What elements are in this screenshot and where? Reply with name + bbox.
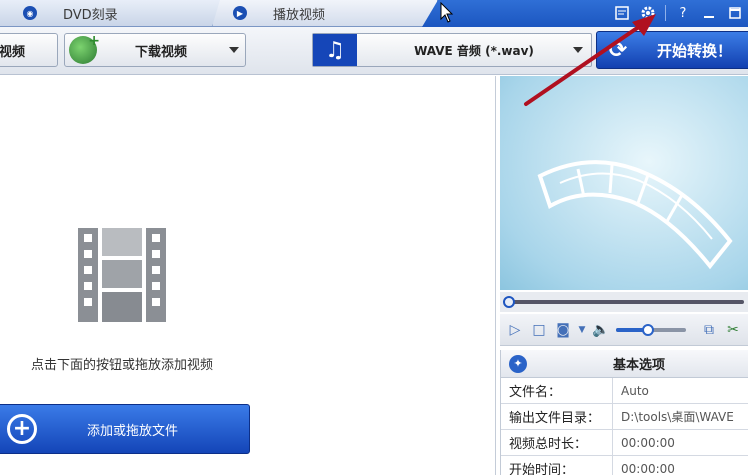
start-convert-button[interactable]: ⟳ 开始转换！	[596, 31, 748, 69]
tab-play-video[interactable]: ▶ 播放视频	[212, 0, 438, 27]
maximize-icon[interactable]	[726, 4, 744, 22]
basic-options-panel: ✦ 基本选项 文件名： Auto 输出文件目录： D:\tools\桌面\WAV…	[500, 350, 748, 475]
video-preview	[500, 76, 748, 290]
film-reel-icon	[78, 228, 166, 322]
globe-download-icon: +	[69, 33, 100, 64]
play-icon[interactable]: ▷	[506, 321, 524, 339]
options-header[interactable]: ✦ 基本选项	[501, 350, 748, 378]
camera-snapshot-icon[interactable]: ◙	[554, 321, 572, 339]
add-video-label: 视频	[0, 44, 26, 60]
tab-label: 播放视频	[273, 7, 326, 23]
scissors-icon[interactable]: ✂	[724, 321, 742, 339]
chevron-down-icon[interactable]	[573, 47, 583, 53]
copy-icon[interactable]: ⧉	[700, 321, 718, 339]
option-key: 输出文件目录：	[501, 404, 613, 429]
window-controls: ?	[613, 3, 744, 23]
seek-bar[interactable]	[500, 292, 748, 312]
option-row-start-time[interactable]: 开始时间： 00:00:00	[501, 456, 748, 475]
drop-hint-text: 点击下面的按钮或拖放添加视频	[30, 358, 213, 373]
stop-icon[interactable]: □	[530, 321, 548, 339]
title-bar: ◉ DVD刻录 ▶ 播放视频 ?	[0, 0, 748, 27]
options-title: 基本选项	[613, 358, 666, 373]
option-key: 视频总时长：	[501, 430, 613, 455]
download-video-button[interactable]: + 下载视频	[64, 33, 246, 67]
play-icon: ▶	[233, 6, 247, 20]
help-button[interactable]: ?	[674, 4, 692, 22]
feedback-icon[interactable]	[613, 4, 631, 22]
seek-track[interactable]	[504, 300, 744, 304]
seek-handle[interactable]	[503, 296, 515, 308]
file-list-pane[interactable]: 点击下面的按钮或拖放添加视频 + 添加或拖放文件	[0, 76, 496, 475]
plus-circle-icon: +	[7, 414, 37, 444]
download-video-label: 下载视频	[135, 44, 188, 60]
minimize-icon[interactable]	[700, 4, 718, 22]
option-row-duration[interactable]: 视频总时长： 00:00:00	[501, 430, 748, 456]
film-strip-graphic	[537, 160, 733, 270]
option-value[interactable]: 00:00:00	[613, 462, 675, 475]
add-video-button[interactable]: 视频	[0, 33, 58, 67]
option-value[interactable]: D:\tools\桌面\WAVE	[613, 408, 734, 425]
wrench-icon: ✦	[509, 354, 527, 373]
option-value[interactable]: Auto	[613, 384, 649, 398]
option-row-output-dir[interactable]: 输出文件目录： D:\tools\桌面\WAVE	[501, 404, 748, 430]
refresh-icon: ⟳	[608, 37, 628, 63]
option-row-filename[interactable]: 文件名： Auto	[501, 378, 748, 404]
output-format-select[interactable]: ♫ WAVE 音频 (*.wav)	[312, 33, 592, 67]
start-convert-label: 开始转换！	[657, 41, 733, 60]
tab-label: DVD刻录	[63, 7, 118, 23]
mouse-cursor-icon	[440, 2, 454, 23]
volume-slider[interactable]	[616, 323, 686, 336]
snapshot-dropdown-icon[interactable]: ▼	[578, 321, 586, 339]
settings-gear-icon[interactable]	[639, 4, 657, 22]
disc-icon: ◉	[23, 6, 37, 20]
output-format-label: WAVE 音频 (*.wav)	[414, 43, 534, 58]
volume-icon[interactable]: 🔈	[592, 321, 610, 339]
add-file-label: 添加或拖放文件	[87, 423, 179, 439]
option-key: 文件名：	[501, 378, 613, 403]
player-controls: ▷ □ ◙ ▼ 🔈 ⧉ ✂	[500, 314, 748, 346]
add-file-button[interactable]: + 添加或拖放文件	[0, 404, 250, 454]
tab-dvd-burn[interactable]: ◉ DVD刻录	[0, 0, 230, 27]
divider	[665, 5, 666, 21]
option-key: 开始时间：	[501, 456, 613, 475]
toolbar: 视频 + 下载视频 ♫ WAVE 音频 (*.wav) ⟳ 开始转换！	[0, 27, 748, 75]
music-note-icon: ♫	[313, 34, 357, 66]
volume-handle[interactable]	[641, 323, 654, 336]
chevron-down-icon[interactable]	[229, 47, 239, 53]
option-value: 00:00:00	[621, 435, 675, 450]
